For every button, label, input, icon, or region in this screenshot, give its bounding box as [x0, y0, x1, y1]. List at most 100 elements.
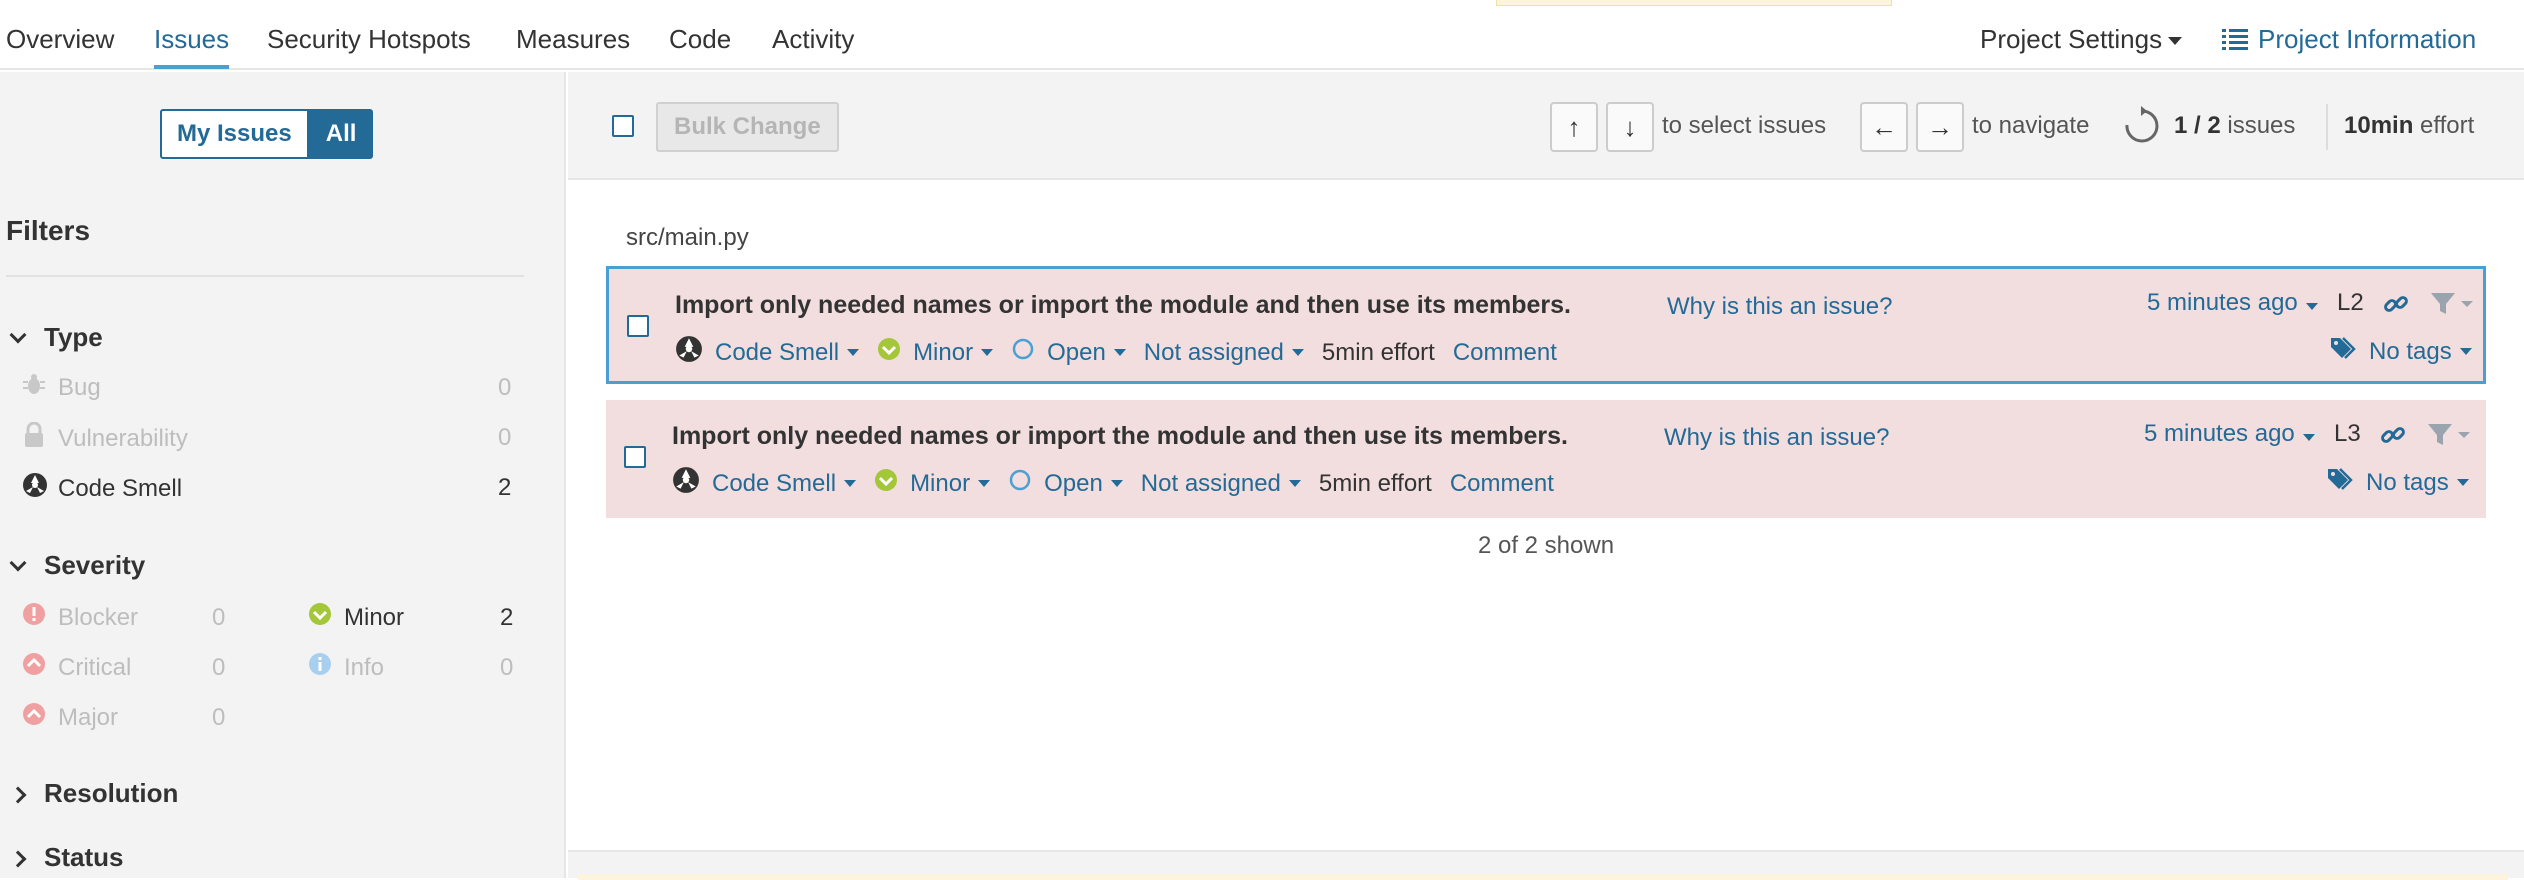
warning-banner-edge: [578, 874, 2508, 880]
tab-overview[interactable]: Overview: [6, 24, 114, 55]
facet-item-major[interactable]: Major 0: [22, 702, 232, 734]
issue-severity-label: Minor: [913, 338, 974, 366]
why-is-this-an-issue-link[interactable]: Why is this an issue?: [1664, 424, 1889, 452]
caret-down-icon: [978, 480, 991, 487]
caret-down-icon: [981, 349, 994, 356]
total-effort: 10min effort: [2344, 112, 2474, 140]
tab-activity[interactable]: Activity: [772, 24, 854, 55]
all-issues-button[interactable]: All: [308, 109, 374, 159]
facet-item-blocker[interactable]: Blocker 0: [22, 602, 232, 634]
minor-icon: [877, 337, 901, 368]
top-navigation: Overview Issues Security Hotspots Measur…: [0, 0, 2524, 70]
issue-date-dropdown[interactable]: 5 minutes ago: [2144, 420, 2315, 448]
caret-down-icon: [1110, 480, 1123, 487]
facet-status-header[interactable]: Status: [9, 842, 123, 873]
facet-item-count: 0: [212, 654, 226, 681]
project-settings-menu[interactable]: Project Settings: [1980, 24, 2183, 55]
issue-date-dropdown[interactable]: 5 minutes ago: [2147, 289, 2318, 317]
facet-item-count: 0: [212, 604, 226, 631]
code-smell-icon: [672, 466, 700, 501]
issue-severity-dropdown[interactable]: Minor: [877, 337, 994, 368]
issue-severity-dropdown[interactable]: Minor: [874, 468, 991, 499]
facet-item-label: Vulnerability: [58, 424, 188, 452]
left-key-icon: ←: [1860, 102, 1908, 152]
issues-counter-value: 1 / 2: [2174, 112, 2221, 139]
project-information-link[interactable]: Project Information: [2222, 24, 2476, 57]
issue-type-label: Code Smell: [715, 338, 840, 366]
issue-meta: Code Smell Minor Open Not assigned 5min …: [675, 335, 1575, 370]
tab-measures[interactable]: Measures: [516, 24, 630, 55]
file-path: src/main.py: [626, 224, 749, 251]
issues-list: src/main.py Import only needed names or …: [568, 182, 2524, 848]
issue-type-dropdown[interactable]: Code Smell: [672, 466, 857, 501]
issues-counter: 1 / 2 issues: [2174, 112, 2295, 140]
total-effort-label: effort: [2420, 112, 2475, 139]
permalink-icon[interactable]: [2380, 422, 2406, 455]
facet-type-title: Type: [44, 322, 103, 352]
issue-status-dropdown[interactable]: Open: [1008, 468, 1123, 499]
facet-item-bug[interactable]: Bug 0: [22, 372, 512, 404]
chevron-down-icon: [9, 326, 27, 344]
divider: [6, 275, 524, 277]
facet-item-info[interactable]: Info 0: [308, 652, 514, 684]
facet-item-vulnerability[interactable]: Vulnerability 0: [22, 421, 512, 457]
tab-issues[interactable]: Issues: [154, 24, 230, 69]
why-is-this-an-issue-link[interactable]: Why is this an issue?: [1667, 293, 1892, 321]
select-all-checkbox[interactable]: [612, 115, 634, 137]
down-key-icon: ↓: [1606, 102, 1654, 152]
facet-item-count: 0: [212, 704, 226, 731]
tags-icon: [2329, 335, 2359, 368]
facet-item-label: Critical: [58, 654, 132, 681]
caret-down-icon: [2459, 348, 2472, 355]
facet-item-label: Minor: [344, 604, 405, 631]
tags-icon: [2326, 466, 2356, 499]
comment-link[interactable]: Comment: [1453, 339, 1557, 367]
total-effort-value: 10min: [2344, 112, 2414, 139]
facet-type-header[interactable]: Type: [9, 322, 103, 353]
reload-icon[interactable]: [2122, 105, 2160, 152]
issue-tags-dropdown[interactable]: No tags: [2326, 466, 2469, 499]
issue-checkbox[interactable]: [627, 315, 649, 337]
issue-tags-dropdown[interactable]: No tags: [2329, 335, 2472, 368]
issue-card[interactable]: Import only needed names or import the m…: [606, 266, 2486, 384]
tab-code[interactable]: Code: [669, 24, 731, 55]
permalink-icon[interactable]: [2383, 291, 2409, 324]
issue-card[interactable]: Import only needed names or import the m…: [606, 400, 2486, 518]
issues-scope-toggle: My Issues All: [160, 109, 374, 159]
caret-down-icon: [1288, 480, 1301, 487]
code-smell-icon: [22, 472, 48, 507]
facet-item-label: Blocker: [58, 604, 139, 631]
caret-down-icon: [2456, 479, 2469, 486]
issue-status-label: Open: [1047, 338, 1106, 366]
facet-item-count: 0: [500, 654, 514, 681]
bulk-change-button[interactable]: Bulk Change: [656, 102, 839, 152]
issue-status-label: Open: [1044, 469, 1103, 497]
issue-type-dropdown[interactable]: Code Smell: [675, 335, 860, 370]
issue-status-dropdown[interactable]: Open: [1011, 337, 1126, 368]
facet-item-label: Info: [344, 654, 385, 681]
comment-link[interactable]: Comment: [1450, 470, 1554, 498]
lock-icon: [22, 421, 48, 457]
issue-tags-label: No tags: [2366, 468, 2449, 496]
issue-message[interactable]: Import only needed names or import the m…: [675, 291, 1571, 320]
facet-resolution-header[interactable]: Resolution: [9, 778, 179, 809]
my-issues-button[interactable]: My Issues: [160, 109, 309, 159]
facet-item-code-smell[interactable]: Code Smell 2: [22, 472, 512, 504]
facet-item-minor[interactable]: Minor 2: [308, 602, 513, 634]
chevron-down-icon: [9, 554, 27, 572]
facet-resolution-title: Resolution: [44, 778, 179, 808]
issue-checkbox[interactable]: [624, 446, 646, 468]
issue-assignee-dropdown[interactable]: Not assigned: [1141, 470, 1301, 498]
facet-severity-header[interactable]: Severity: [9, 550, 145, 581]
similar-issues-filter-icon[interactable]: [2429, 291, 2477, 324]
right-key-icon: →: [1916, 102, 1964, 152]
divider: [2326, 104, 2328, 150]
facet-item-critical[interactable]: Critical 0: [22, 652, 232, 684]
issue-assignee-label: Not assigned: [1140, 469, 1281, 497]
issue-message[interactable]: Import only needed names or import the m…: [672, 422, 1568, 451]
similar-issues-filter-icon[interactable]: [2426, 422, 2474, 455]
major-icon: [22, 702, 48, 735]
tab-security-hotspots[interactable]: Security Hotspots: [267, 24, 471, 55]
navigate-hint: to navigate: [1972, 112, 2090, 139]
issue-assignee-dropdown[interactable]: Not assigned: [1144, 339, 1304, 367]
